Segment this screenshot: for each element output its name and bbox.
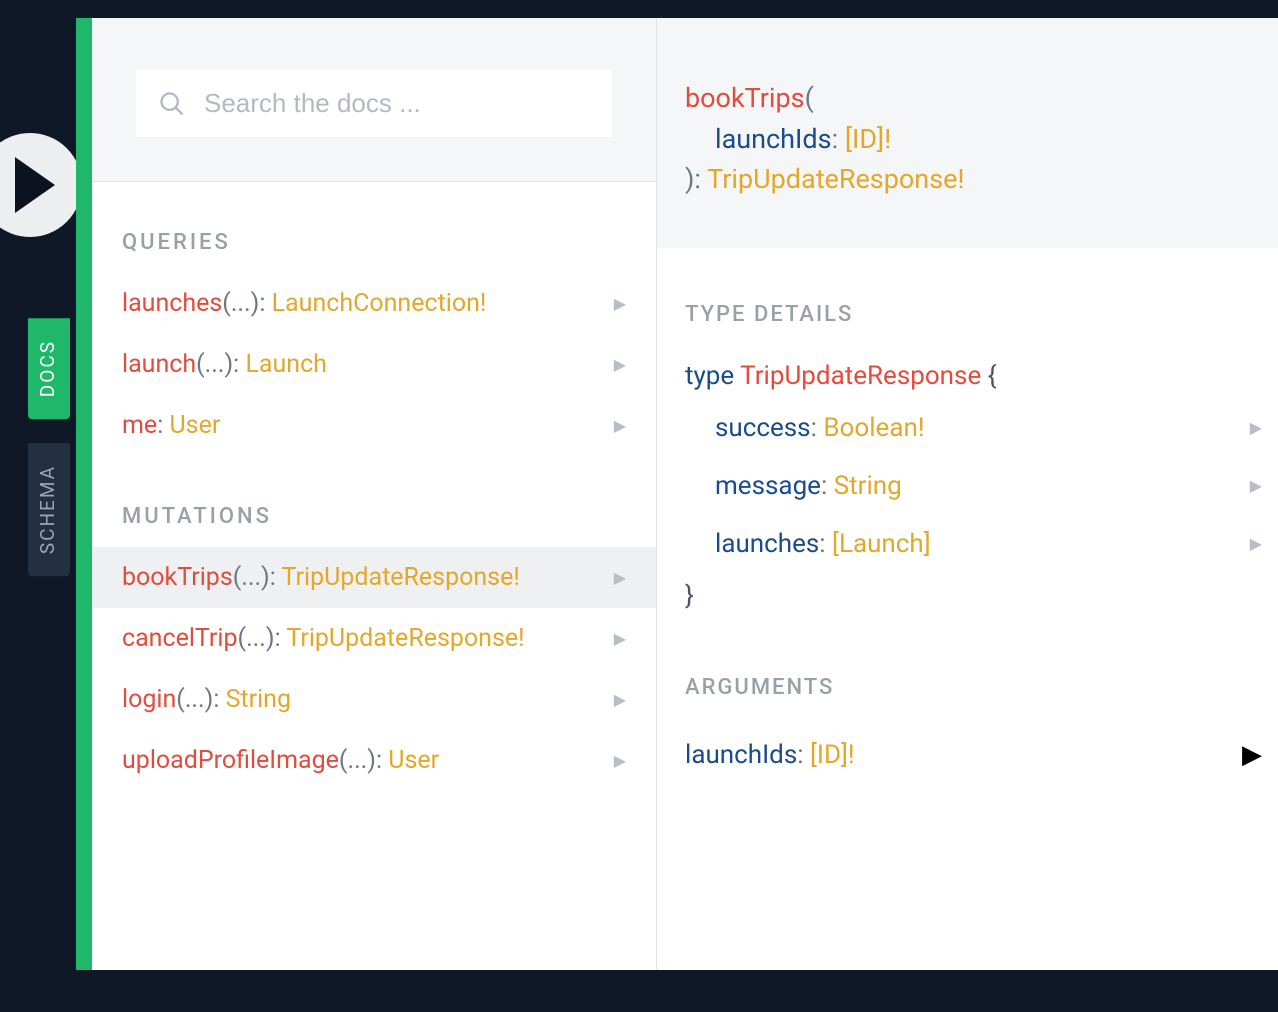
chevron-right-icon: ▶	[614, 690, 626, 709]
window-top-strip	[0, 0, 1278, 18]
field-name: uploadProfileImage	[122, 746, 339, 775]
field-name: me	[122, 411, 157, 440]
chevron-right-icon: ▶	[614, 294, 626, 313]
signature-arg-type: [ID]!	[845, 123, 891, 155]
query-item-launch[interactable]: launch(...): Launch ▶	[92, 334, 656, 395]
signature-name: bookTrips	[685, 82, 805, 114]
type-field-launches[interactable]: launches: [Launch] ▶	[657, 515, 1278, 573]
field-name: message	[715, 471, 821, 501]
play-icon	[15, 157, 55, 213]
field-type: TripUpdateResponse!	[286, 624, 524, 653]
tab-docs[interactable]: DOCS	[28, 318, 70, 419]
field-name: launches	[715, 529, 819, 559]
search-icon	[158, 90, 186, 118]
chevron-right-icon: ▶	[1250, 534, 1262, 553]
mutation-item-booktrips[interactable]: bookTrips(...): TripUpdateResponse! ▶	[92, 547, 656, 608]
field-name: launches	[122, 289, 222, 318]
field-type: User	[388, 746, 439, 775]
chevron-right-icon: ▶	[1242, 740, 1262, 770]
section-queries-label: QUERIES	[92, 182, 656, 273]
mutation-item-login[interactable]: login(...): String ▶	[92, 669, 656, 730]
schema-listing-column: QUERIES launches(...): LaunchConnection!…	[92, 18, 657, 970]
field-type: String	[834, 471, 902, 501]
arguments-label: ARGUMENTS	[657, 619, 1278, 730]
field-type: User	[169, 411, 220, 440]
docs-panel-accent	[76, 18, 92, 970]
signature-block: bookTrips( launchIds: [ID]! ): TripUpdat…	[657, 18, 1278, 248]
argument-type: [ID]!	[810, 740, 855, 770]
detail-column: bookTrips( launchIds: [ID]! ): TripUpdat…	[657, 18, 1278, 970]
field-type: [Launch]	[832, 529, 931, 559]
type-field-success[interactable]: success: Boolean! ▶	[657, 399, 1278, 457]
chevron-right-icon: ▶	[614, 568, 626, 587]
chevron-right-icon: ▶	[614, 416, 626, 435]
search-box[interactable]	[136, 70, 612, 137]
field-type: Launch	[245, 350, 327, 379]
type-name: TripUpdateResponse	[740, 361, 981, 391]
chevron-right-icon: ▶	[1250, 476, 1262, 495]
query-item-launches[interactable]: launches(...): LaunchConnection! ▶	[92, 273, 656, 334]
field-name: cancelTrip	[122, 624, 238, 653]
search-container	[92, 18, 656, 182]
mutation-item-canceltrip[interactable]: cancelTrip(...): TripUpdateResponse! ▶	[92, 608, 656, 669]
tab-schema[interactable]: SCHEMA	[28, 443, 70, 576]
docs-panel: QUERIES launches(...): LaunchConnection!…	[92, 18, 1278, 970]
field-name: launch	[122, 350, 196, 379]
type-keyword: type	[685, 361, 734, 391]
chevron-right-icon: ▶	[1250, 418, 1262, 437]
section-mutations-label: MUTATIONS	[92, 456, 656, 547]
chevron-right-icon: ▶	[614, 751, 626, 770]
side-tabs: DOCS SCHEMA	[28, 318, 70, 576]
argument-name: launchIds	[685, 740, 797, 770]
field-name: success	[715, 413, 811, 443]
field-name: login	[122, 685, 176, 714]
mutation-item-uploadprofileimage[interactable]: uploadProfileImage(...): User ▶	[92, 730, 656, 791]
signature-arg-name: launchIds	[715, 123, 832, 155]
field-type: TripUpdateResponse!	[282, 563, 520, 592]
signature-return-type: TripUpdateResponse!	[707, 163, 964, 195]
query-item-me[interactable]: me: User ▶	[92, 395, 656, 456]
type-field-message[interactable]: message: String ▶	[657, 457, 1278, 515]
type-definition: type TripUpdateResponse {	[657, 353, 1278, 399]
type-details-label: TYPE DETAILS	[657, 248, 1278, 353]
argument-launchids[interactable]: launchIds: [ID]! ▶	[657, 730, 1278, 780]
chevron-right-icon: ▶	[614, 355, 626, 374]
bottom-shadow	[0, 970, 1278, 1012]
field-name: bookTrips	[122, 563, 233, 592]
field-type: String	[226, 685, 291, 714]
field-type: Boolean!	[823, 413, 924, 443]
field-type: LaunchConnection!	[272, 289, 487, 318]
chevron-right-icon: ▶	[614, 629, 626, 648]
search-input[interactable]	[204, 88, 590, 119]
